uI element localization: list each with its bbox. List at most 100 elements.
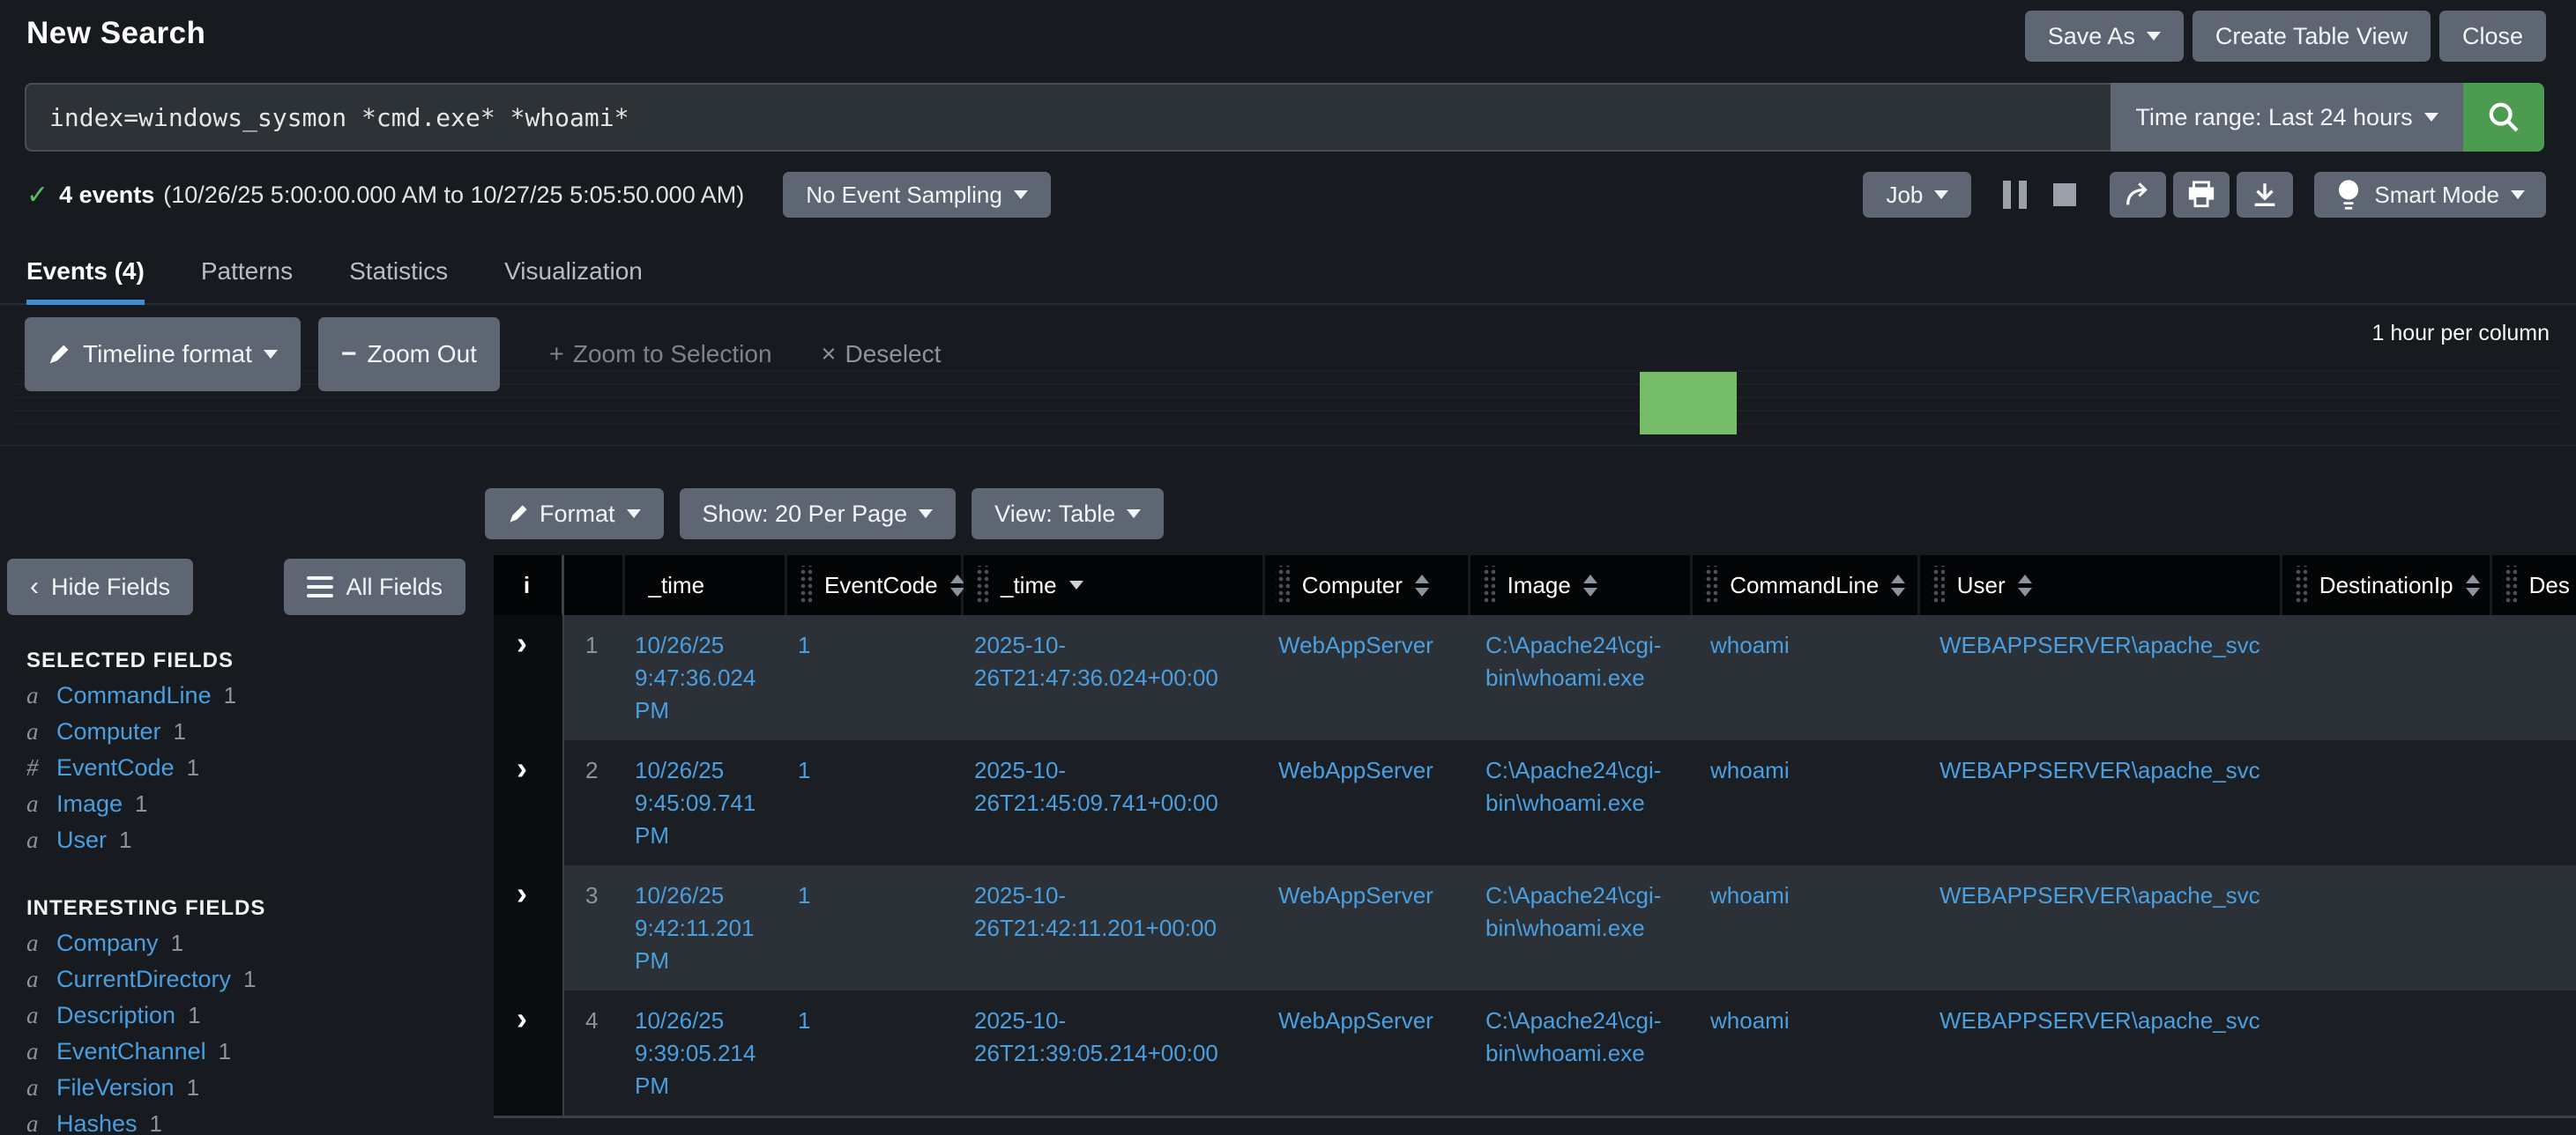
field-link[interactable]: Computer	[56, 718, 161, 746]
pause-job-icon[interactable]	[2003, 181, 2027, 209]
drag-handle-icon[interactable]	[974, 566, 988, 605]
interesting-fields-title: INTERESTING FIELDS	[26, 896, 494, 921]
column-header-commandline[interactable]: CommandLine	[1693, 555, 1920, 615]
drag-handle-icon[interactable]	[1931, 566, 1945, 605]
field-link[interactable]: FileVersion	[56, 1074, 175, 1102]
eventcode-value[interactable]: 1	[798, 629, 955, 662]
print-button[interactable]	[2173, 172, 2230, 218]
user-value[interactable]: WEBAPPSERVER\apache_svc	[1939, 879, 2286, 912]
format-button[interactable]: Format	[485, 488, 664, 539]
drag-handle-icon[interactable]	[2293, 566, 2307, 605]
computer-value[interactable]: WebAppServer	[1278, 879, 1466, 912]
close-button[interactable]: Close	[2439, 11, 2546, 62]
eventcode-value[interactable]: 1	[798, 1005, 955, 1037]
create-table-view-button[interactable]: Create Table View	[2193, 11, 2431, 62]
image-value[interactable]: C:\Apache24\cgi-bin\whoami.exe	[1485, 879, 1691, 945]
field-link[interactable]: User	[56, 827, 107, 854]
drag-handle-icon[interactable]	[1481, 566, 1495, 605]
column-header-time-sorted[interactable]: _time	[964, 555, 1265, 615]
field-link[interactable]: CurrentDirectory	[56, 966, 231, 993]
computer-value[interactable]: WebAppServer	[1278, 754, 1466, 787]
time-value[interactable]: 10/26/25 9:42:11.201 PM	[635, 879, 778, 977]
save-as-button[interactable]: Save As	[2025, 11, 2184, 62]
computer-value[interactable]: WebAppServer	[1278, 1005, 1466, 1037]
field-link[interactable]: EventCode	[56, 754, 175, 782]
tab-events[interactable]: Events (4)	[26, 257, 145, 305]
expand-row-icon[interactable]: ›	[517, 750, 527, 786]
per-page-button[interactable]: Show: 20 Per Page	[680, 488, 957, 539]
field-link[interactable]: Description	[56, 1002, 175, 1029]
zoom-out-button[interactable]: − Zoom Out	[318, 317, 500, 391]
commandline-value[interactable]: whoami	[1710, 1005, 1920, 1037]
field-link[interactable]: Hashes	[56, 1110, 138, 1135]
field-link[interactable]: Company	[56, 930, 159, 957]
eventcode-value[interactable]: 1	[798, 754, 955, 787]
field-type-icon: a	[26, 718, 56, 746]
hide-fields-button[interactable]: ‹Hide Fields	[7, 559, 193, 615]
time-value[interactable]: 10/26/25 9:45:09.741 PM	[635, 754, 778, 852]
column-label: EventCode	[824, 572, 938, 599]
fields-sidebar-buttons: ‹Hide Fields All Fields	[7, 559, 494, 615]
time-iso-value[interactable]: 2025-10-26T21:39:05.214+00:00	[974, 1005, 1259, 1070]
sort-icon[interactable]	[1583, 575, 1597, 597]
tab-statistics[interactable]: Statistics	[349, 257, 448, 305]
stop-job-icon[interactable]	[2053, 183, 2076, 206]
expand-row-icon[interactable]: ›	[517, 625, 527, 661]
expand-row-icon[interactable]: ›	[517, 1000, 527, 1036]
timeline-histogram-bar[interactable]	[1640, 372, 1737, 434]
field-link[interactable]: EventChannel	[56, 1038, 206, 1065]
time-iso-value[interactable]: 2025-10-26T21:47:36.024+00:00	[974, 629, 1259, 694]
column-header-computer[interactable]: Computer	[1265, 555, 1470, 615]
timeline-format-button[interactable]: Timeline format	[25, 317, 301, 391]
commandline-value[interactable]: whoami	[1710, 754, 1920, 787]
time-value[interactable]: 10/26/25 9:39:05.214 PM	[635, 1005, 778, 1102]
computer-value[interactable]: WebAppServer	[1278, 629, 1466, 662]
image-value[interactable]: C:\Apache24\cgi-bin\whoami.exe	[1485, 754, 1691, 820]
commandline-value[interactable]: whoami	[1710, 629, 1920, 662]
drag-handle-icon[interactable]	[2503, 566, 2517, 605]
sort-icon[interactable]	[2466, 575, 2480, 597]
image-value[interactable]: C:\Apache24\cgi-bin\whoami.exe	[1485, 629, 1691, 694]
time-iso-value[interactable]: 2025-10-26T21:42:11.201+00:00	[974, 879, 1259, 945]
tab-patterns[interactable]: Patterns	[201, 257, 293, 305]
sort-icon[interactable]	[1415, 575, 1429, 597]
expand-row-icon[interactable]: ›	[517, 875, 527, 911]
share-job-button[interactable]	[2110, 172, 2166, 218]
field-link[interactable]: CommandLine	[56, 682, 212, 709]
export-button[interactable]	[2237, 172, 2293, 218]
view-mode-button[interactable]: View: Table	[972, 488, 1164, 539]
download-icon	[2250, 180, 2280, 210]
search-query-input[interactable]: index=windows_sysmon *cmd.exe* *whoami*	[25, 83, 2111, 152]
column-header-clipped[interactable]: Des	[2492, 555, 2576, 615]
user-value[interactable]: WEBAPPSERVER\apache_svc	[1939, 754, 2286, 787]
drag-handle-icon[interactable]	[1703, 566, 1717, 605]
job-menu-button[interactable]: Job	[1863, 172, 1971, 218]
tab-visualization[interactable]: Visualization	[504, 257, 643, 305]
eventcode-value[interactable]: 1	[798, 879, 955, 912]
drag-handle-icon[interactable]	[1276, 566, 1290, 605]
image-value[interactable]: C:\Apache24\cgi-bin\whoami.exe	[1485, 1005, 1691, 1070]
drag-handle-icon[interactable]	[798, 566, 812, 605]
row-number: 3	[564, 865, 626, 990]
sort-icon[interactable]	[950, 575, 964, 597]
search-button[interactable]	[2463, 83, 2544, 152]
field-item-eventchannel: aEventChannel1	[26, 1038, 494, 1074]
column-header-user[interactable]: User	[1920, 555, 2282, 615]
search-mode-button[interactable]: Smart Mode	[2314, 172, 2546, 218]
column-header-image[interactable]: Image	[1470, 555, 1694, 615]
deselect-button[interactable]: ×Deselect	[822, 340, 942, 369]
zoom-to-selection-button[interactable]: +Zoom to Selection	[549, 340, 772, 369]
event-sampling-button[interactable]: No Event Sampling	[783, 172, 1051, 218]
sort-icon[interactable]	[2018, 575, 2032, 597]
time-iso-value[interactable]: 2025-10-26T21:45:09.741+00:00	[974, 754, 1259, 820]
user-value[interactable]: WEBAPPSERVER\apache_svc	[1939, 629, 2286, 662]
time-range-picker[interactable]: Time range: Last 24 hours	[2111, 83, 2463, 152]
sort-icon[interactable]	[1891, 575, 1905, 597]
column-header-destinationip[interactable]: DestinationIp	[2282, 555, 2492, 615]
column-header-eventcode[interactable]: EventCode	[787, 555, 964, 615]
all-fields-button[interactable]: All Fields	[284, 559, 465, 615]
time-value[interactable]: 10/26/25 9:47:36.024 PM	[635, 629, 778, 727]
commandline-value[interactable]: whoami	[1710, 879, 1920, 912]
field-link[interactable]: Image	[56, 790, 123, 818]
user-value[interactable]: WEBAPPSERVER\apache_svc	[1939, 1005, 2286, 1037]
